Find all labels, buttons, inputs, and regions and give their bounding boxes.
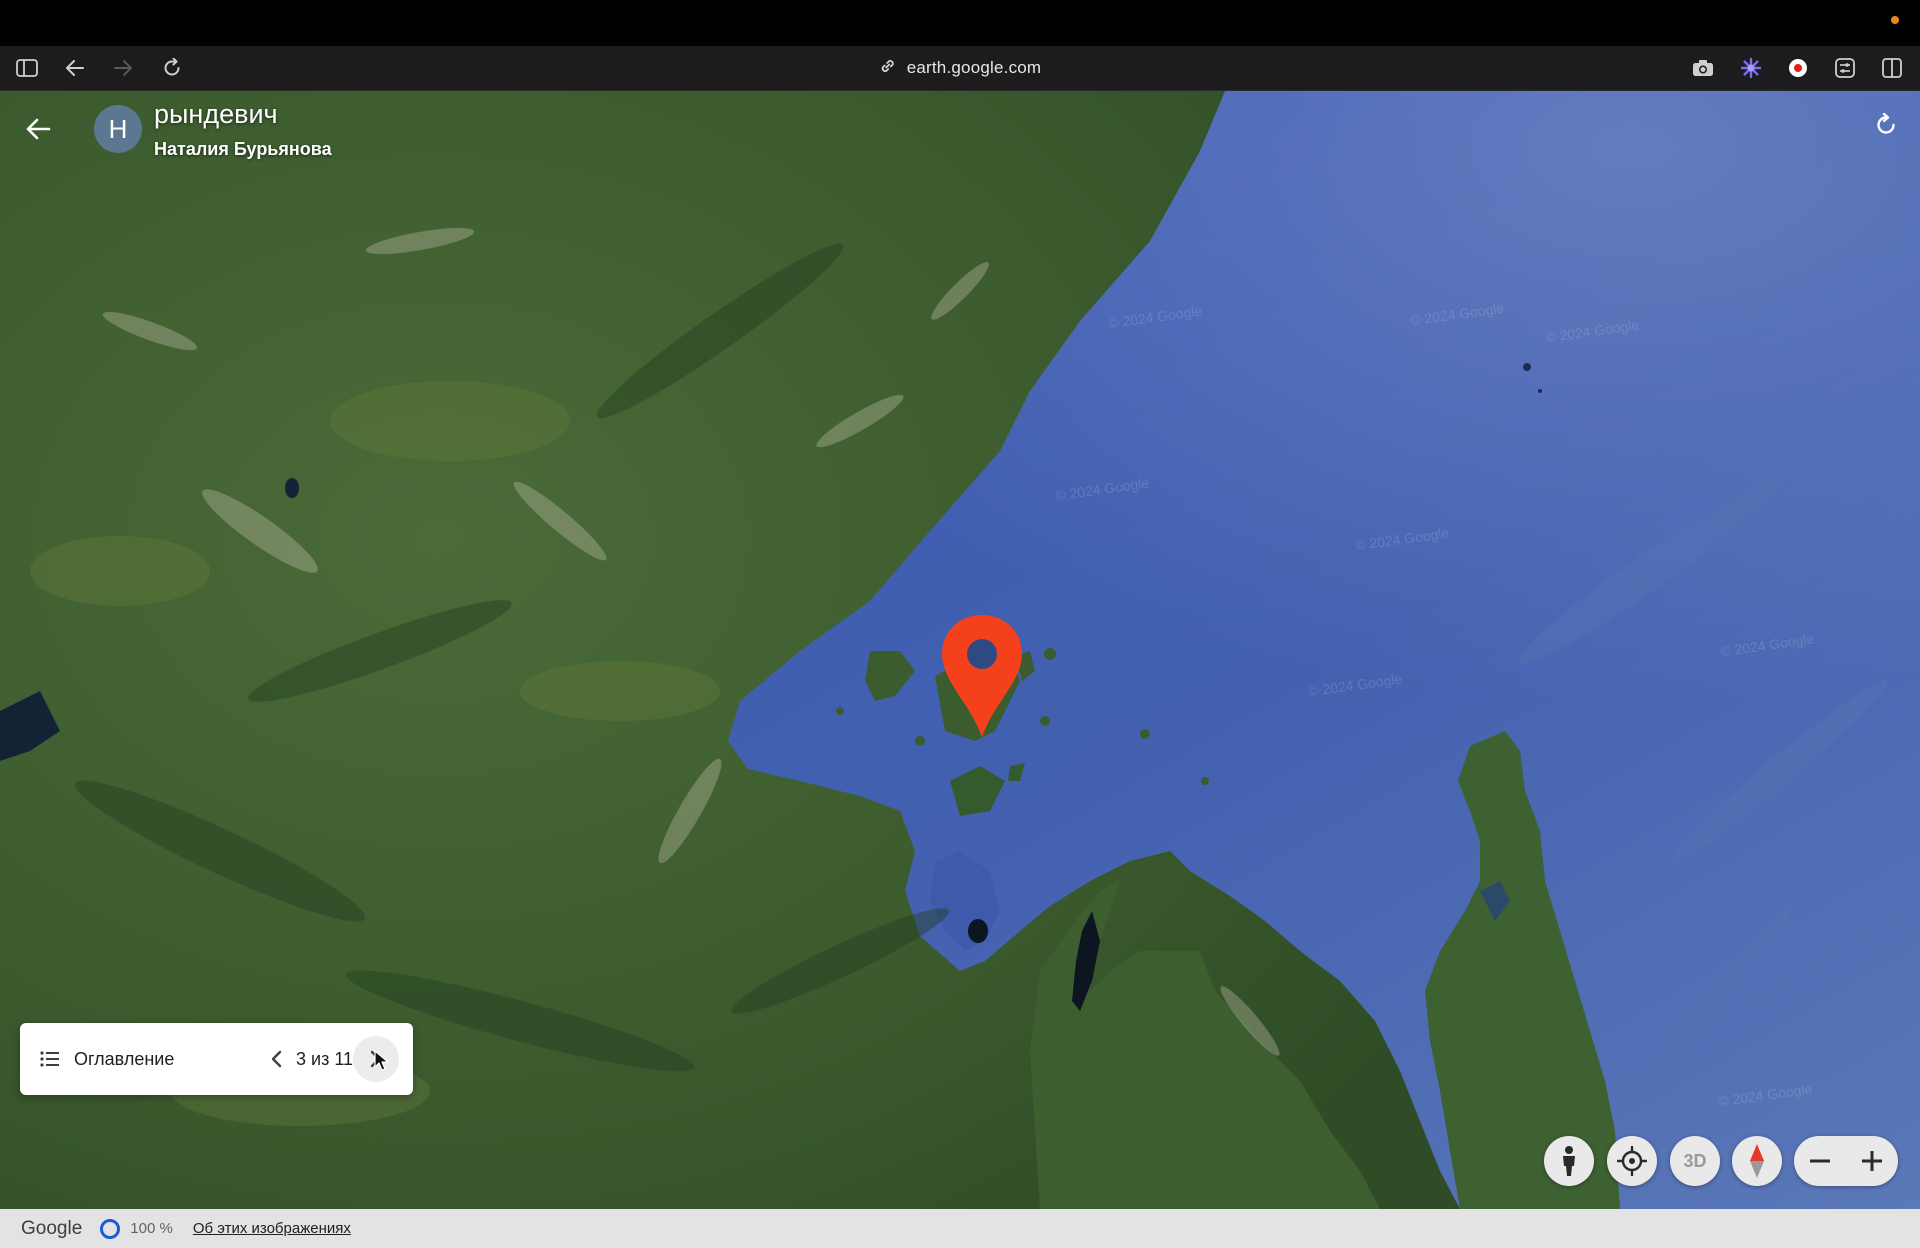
zoom-in-button[interactable] (1846, 1136, 1898, 1186)
zoom-in-icon (1862, 1151, 1882, 1171)
reload-icon[interactable] (150, 46, 194, 90)
story-nav-card: Оглавление 3 из 11 (20, 1023, 413, 1095)
sidebar-icon[interactable] (5, 46, 49, 90)
address-bar[interactable]: earth.google.com (879, 46, 1042, 90)
about-imagery-link[interactable]: Об этих изображениях (193, 1220, 351, 1237)
tour-author: Наталия Бурьянова (154, 139, 332, 159)
my-location-icon (1617, 1146, 1647, 1176)
map-viewport[interactable]: © 2024 Google © 2024 Google © 2024 Googl… (0, 91, 1920, 1209)
settings-icon[interactable] (1823, 46, 1867, 90)
window-top-strip (0, 0, 1920, 46)
my-location-button[interactable] (1607, 1136, 1657, 1186)
url-text: earth.google.com (906, 58, 1042, 77)
list-icon (40, 1051, 59, 1067)
camera-icon[interactable] (1681, 46, 1725, 90)
record-icon[interactable] (1776, 46, 1820, 90)
zoom-controls (1794, 1136, 1898, 1186)
notification-dot (1891, 16, 1899, 24)
refresh-icon (1877, 113, 1895, 134)
back-arrow-icon[interactable] (53, 46, 97, 90)
3d-toggle-button[interactable]: 3D (1670, 1136, 1720, 1186)
compass-button[interactable] (1732, 1136, 1782, 1186)
avatar: Н (94, 105, 142, 153)
zoom-out-icon (1810, 1159, 1830, 1163)
back-button[interactable] (18, 109, 58, 149)
zoom-out-button[interactable] (1794, 1136, 1846, 1186)
link-icon (879, 57, 897, 80)
tour-title: рындевич (154, 99, 278, 129)
pegman-icon (1563, 1146, 1575, 1176)
next-slide-button[interactable] (353, 1036, 399, 1082)
toc-button[interactable]: Оглавление (40, 1023, 174, 1095)
split-view-icon[interactable] (1870, 46, 1914, 90)
toc-label: Оглавление (74, 1048, 175, 1069)
google-logo: Google (21, 1217, 83, 1239)
location-marker-icon[interactable] (940, 613, 1024, 739)
refresh-button[interactable] (1866, 105, 1906, 145)
forward-arrow-icon[interactable] (101, 46, 145, 90)
status-bar: Google 100 % Об этих изображениях (0, 1209, 1920, 1248)
browser-toolbar: earth.google.com (0, 46, 1920, 91)
3d-label: 3D (1683, 1150, 1707, 1171)
zoom-level: 100 % (130, 1220, 173, 1237)
prev-slide-button[interactable] (256, 1039, 296, 1079)
compass-icon (1750, 1144, 1764, 1178)
street-view-button[interactable] (1544, 1136, 1594, 1186)
extension-icon[interactable] (1729, 46, 1773, 90)
mouse-cursor-icon (374, 1050, 389, 1071)
page-indicator: 3 из 11 (296, 1048, 354, 1069)
loading-indicator-icon (100, 1218, 121, 1239)
chevron-left-icon (271, 1050, 282, 1068)
